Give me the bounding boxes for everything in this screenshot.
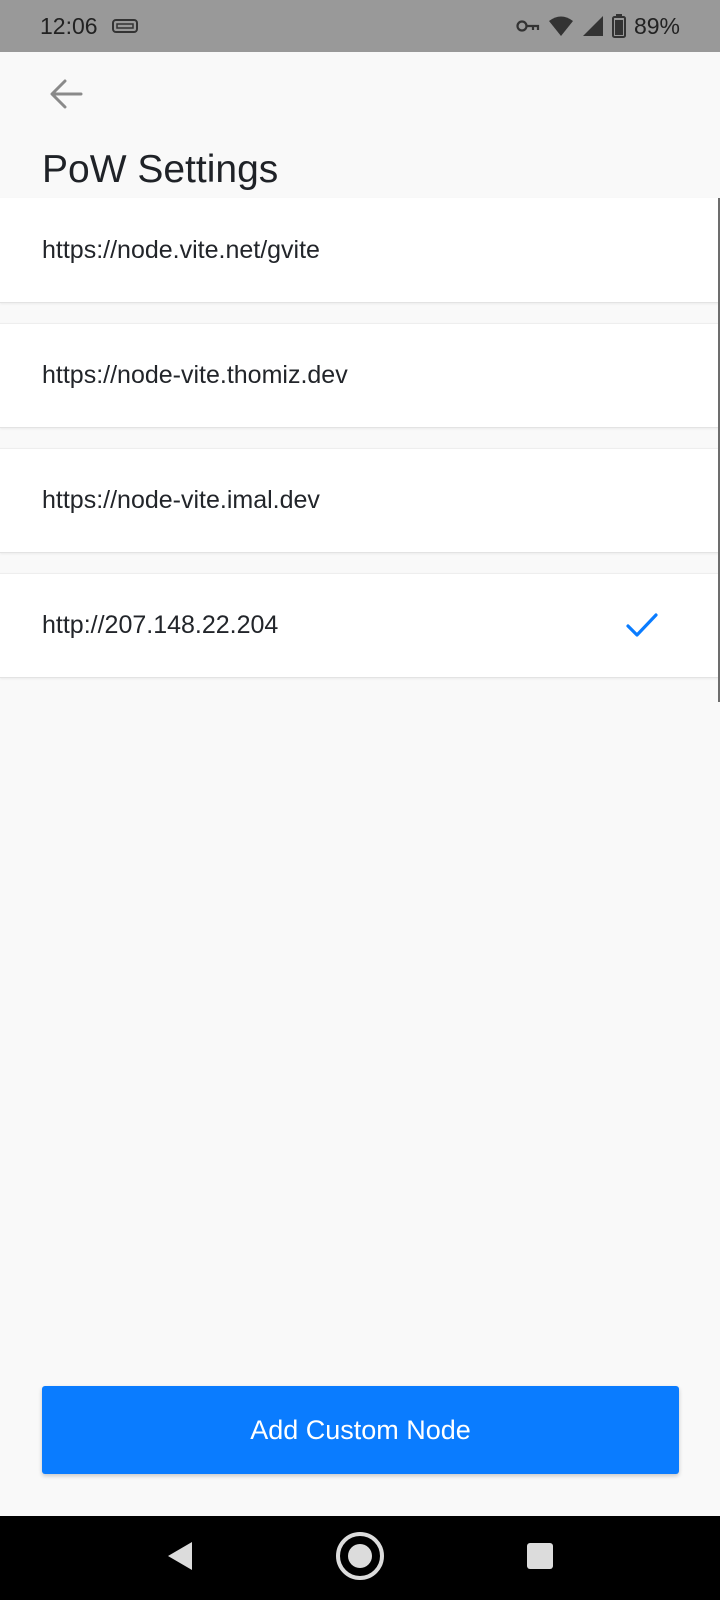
app-bar: PoW Settings [0,52,720,198]
battery-percent: 89% [633,12,680,39]
status-right: 89% [516,13,680,40]
home-circle-icon [335,1531,385,1586]
wifi-icon [548,15,574,37]
node-url: http://207.148.22.204 [42,611,279,639]
back-triangle-icon [165,1540,195,1577]
system-nav-bar [0,1516,720,1600]
status-left: 12:06 [40,13,138,40]
node-item[interactable]: https://node.vite.net/gvite [0,198,720,303]
node-item[interactable]: https://node-vite.imal.dev [0,448,720,553]
checkmark-icon [622,606,662,646]
recents-square-icon [525,1541,555,1576]
node-item-selected[interactable]: http://207.148.22.204 [0,573,720,678]
node-url: https://node.vite.net/gvite [42,235,320,264]
nav-recents-button[interactable] [500,1518,580,1598]
node-url: https://node-vite.imal.dev [42,486,320,514]
status-bar: 12:06 89% [0,0,720,52]
battery-icon [611,14,626,38]
back-button[interactable] [40,70,92,122]
add-custom-node-button[interactable]: Add Custom Node [42,1386,679,1474]
page-title: PoW Settings [42,148,279,191]
node-item[interactable]: https://node-vite.thomiz.dev [0,323,720,428]
status-time: 12:06 [40,12,98,39]
arrow-left-icon [49,79,83,114]
node-url: https://node-vite.thomiz.dev [42,361,348,389]
signal-icon [582,15,604,37]
nav-back-button[interactable] [140,1518,220,1598]
nav-home-button[interactable] [320,1518,400,1598]
sim-card-icon [111,18,138,34]
node-list: https://node.vite.net/gvite https://node… [0,198,720,678]
vpn-key-icon [516,19,540,33]
